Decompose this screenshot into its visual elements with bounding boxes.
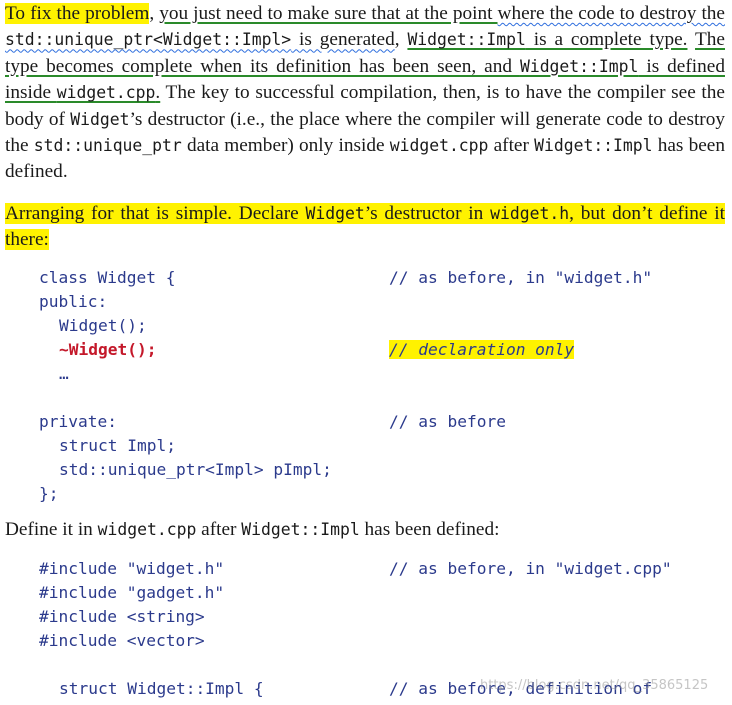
paragraph-arranging: Arranging for that is simple. Declare Wi… [5, 201, 726, 254]
code-line: Widget(); [59, 316, 147, 335]
code-line-destructor: ~Widget(); [59, 340, 157, 359]
code-line: #include <string> [39, 607, 205, 626]
highlighted-text: Arranging for that is simple. Declare Wi… [5, 203, 726, 251]
book-page: To fix the problem, you just need to mak… [0, 0, 732, 705]
code-line: #include "gadget.h" [39, 583, 225, 602]
code-comment: // as before, in "widget.h" [389, 268, 653, 287]
paragraph-fix-problem: To fix the problem, you just need to mak… [5, 3, 726, 183]
code-line: class Widget { [39, 268, 176, 287]
code-comment: // as before, in "widget.cpp" [389, 559, 672, 578]
underlined-text: you just need to make sure that at the p… [159, 3, 498, 24]
code-line: }; [39, 484, 59, 503]
code-line: public: [39, 292, 108, 311]
code-line: #include "widget.h" [39, 559, 225, 578]
highlighted-text: To fix the problem [5, 3, 150, 24]
code-line: struct Impl; [59, 436, 176, 455]
code-line: std::unique_ptr<Impl> pImpl; [59, 460, 332, 479]
code-comment-highlighted: // declaration only [389, 340, 575, 359]
code-line: #include <vector> [39, 631, 205, 650]
code-ellipsis: … [59, 364, 69, 383]
watermark: https://blog.csdn.net/qq_35865125 [480, 678, 709, 693]
underlined-text: Widget::Impl is a complete type. [407, 29, 688, 51]
code-line: struct Widget::Impl { [59, 679, 264, 698]
paragraph-define-it: Define it in widget.cpp after Widget::Im… [5, 519, 500, 540]
code-line: private: [39, 412, 117, 431]
code-comment: // as before [389, 412, 506, 431]
